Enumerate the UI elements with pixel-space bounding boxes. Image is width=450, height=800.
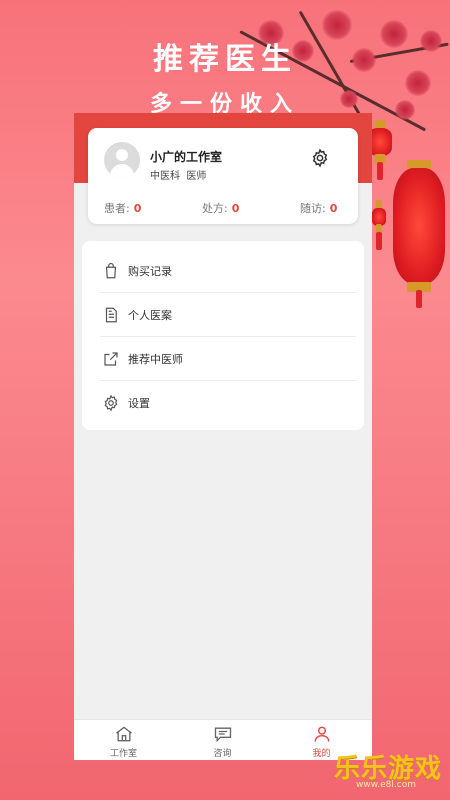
share-icon — [104, 352, 118, 366]
menu-item-label: 设置 — [128, 397, 150, 410]
stat-patients[interactable]: 患者: 0 — [104, 200, 141, 216]
tab-label: 工作室 — [109, 749, 137, 759]
bottom-tab-bar: 工作室 咨询 我的 — [74, 719, 372, 760]
bag-icon — [105, 262, 117, 279]
phone-screen: 小广的工作室 中医科 医师 患者: 0 处方: 0 随访: 0 购买记录 个人医… — [74, 113, 372, 760]
chat-icon — [214, 727, 232, 743]
menu-list: 购买记录 个人医案 推荐中医师 设置 — [82, 241, 364, 430]
menu-item-label: 推荐中医师 — [128, 353, 183, 366]
user-icon — [314, 726, 330, 742]
tab-workroom[interactable]: 工作室 — [74, 720, 173, 760]
stat-value: 0 — [133, 202, 142, 215]
banner-title: 推荐医生 — [153, 42, 297, 77]
stat-label: 随访: — [300, 202, 326, 215]
stat-value: 0 — [329, 202, 338, 215]
stat-followups[interactable]: 随访: 0 — [300, 200, 337, 216]
watermark-url: www.e8l.com — [356, 780, 416, 790]
stats-row: 患者: 0 处方: 0 随访: 0 — [88, 200, 358, 218]
lantern-decoration — [393, 160, 445, 308]
profile-card[interactable]: 小广的工作室 中医科 医师 患者: 0 处方: 0 随访: 0 — [88, 128, 358, 224]
document-icon — [105, 307, 117, 323]
studio-name: 小广的工作室 — [150, 150, 223, 164]
menu-item-label: 购买记录 — [128, 265, 172, 278]
gear-icon — [104, 394, 118, 412]
doctor-department: 中医科 医师 — [150, 167, 206, 182]
tab-label: 咨询 — [213, 749, 232, 759]
menu-item-label: 个人医案 — [128, 309, 172, 322]
stat-label: 患者: — [104, 202, 130, 215]
stat-prescriptions[interactable]: 处方: 0 — [202, 200, 239, 216]
tab-consult[interactable]: 咨询 — [173, 720, 272, 760]
doctor-title-label: 医师 — [186, 171, 207, 182]
home-icon — [116, 726, 132, 742]
menu-item-recommend-doctor[interactable]: 推荐中医师 — [82, 337, 364, 381]
menu-item-personal-cases[interactable]: 个人医案 — [82, 293, 364, 337]
avatar[interactable] — [104, 142, 140, 178]
stat-label: 处方: — [202, 202, 228, 215]
gear-icon[interactable] — [310, 148, 330, 168]
menu-item-settings[interactable]: 设置 — [82, 381, 364, 425]
menu-item-purchase-records[interactable]: 购买记录 — [82, 249, 364, 293]
lantern-decoration — [372, 200, 386, 250]
stat-value: 0 — [231, 202, 240, 215]
department-label: 中医科 — [150, 171, 180, 182]
